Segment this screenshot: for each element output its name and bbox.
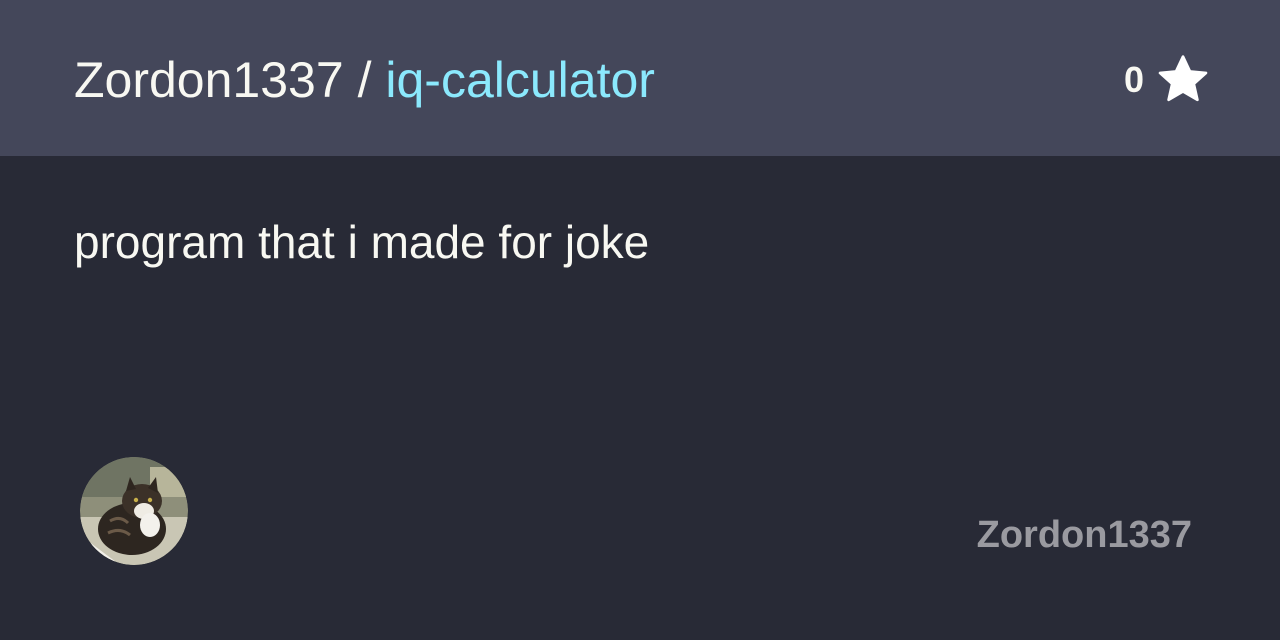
repo-separator: / [357,52,372,108]
repo-title: Zordon1337 / iq-calculator [74,50,655,110]
repo-description: program that i made for joke [74,216,650,268]
footer-username: Zordon1337 [976,514,1192,556]
repo-owner-link[interactable]: Zordon1337 [74,52,344,108]
repo-header: Zordon1337 / iq-calculator 0 [0,0,1280,156]
avatar[interactable] [80,457,188,565]
star-icon[interactable] [1156,53,1210,107]
repo-name-link[interactable]: iq-calculator [385,52,655,108]
star-count: 0 [1123,59,1144,100]
star-widget[interactable]: 0 [1124,52,1210,108]
